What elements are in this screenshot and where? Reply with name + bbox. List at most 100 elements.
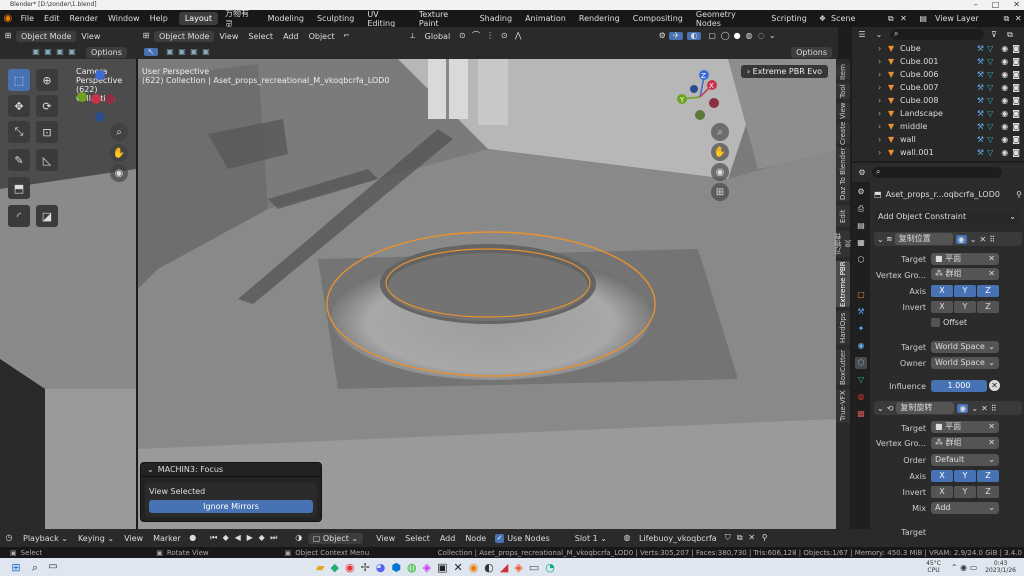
outliner-editor-icon[interactable]: ☰ xyxy=(856,30,868,39)
view-layer-selector[interactable]: View Layer xyxy=(930,14,1001,23)
clock[interactable]: 0:43 2023/1/26 xyxy=(985,560,1016,574)
c2-vgroup-field[interactable]: ⁂ 群组 ✕ xyxy=(931,437,999,449)
select-box-icon[interactable]: ▣ xyxy=(30,48,42,56)
physics-tab-icon[interactable]: ◉ xyxy=(855,340,867,352)
extra-menu-icon[interactable]: ⌐ xyxy=(340,32,354,40)
disable-keep-transform-icon[interactable]: ✕ xyxy=(989,380,1000,391)
select-subtract-icon[interactable]: ▣ xyxy=(54,48,66,56)
outliner-item[interactable]: › ▼ Cube.001 ⚒ ▽ ◉ ◙ xyxy=(852,55,1024,68)
expand-icon[interactable]: › xyxy=(878,44,888,53)
add-cube-tool[interactable]: ⬒ xyxy=(8,177,30,199)
c1-axis-z[interactable]: Z xyxy=(977,285,999,297)
left-viewport[interactable]: Camera Perspective (622) Collection ⬚ ⊕ … xyxy=(0,59,136,529)
blender-taskbar-icon[interactable]: ◉ xyxy=(469,561,479,574)
render-camera-icon[interactable]: ◙ xyxy=(1012,96,1020,105)
shader-node-menu[interactable]: Node xyxy=(460,534,491,543)
shader-editor-icon[interactable]: ◑ xyxy=(290,534,308,542)
n-panel-tab-6[interactable]: 万物有灵 xyxy=(834,231,852,257)
material-tab-icon[interactable]: ◍ xyxy=(855,391,867,403)
select-invert-icon[interactable]: ▣ xyxy=(200,48,212,56)
app-icon-14[interactable]: ◈ xyxy=(514,561,522,574)
c1-owner-space-dropdown[interactable]: World Space ⌄ xyxy=(931,357,999,369)
c2-axis-z[interactable]: Z xyxy=(977,470,999,482)
c2-mix-dropdown[interactable]: Add ⌄ xyxy=(931,502,999,514)
drag-handle-icon[interactable]: ⠿ xyxy=(989,235,995,244)
render-engine-badge[interactable]: › Extreme PBR Evo xyxy=(740,65,828,78)
constraint-1-header[interactable]: ⌄ ⧈ 复制位置 ◉ ⌄ ✕ ⠿ xyxy=(874,232,1022,246)
expand-icon[interactable]: › xyxy=(878,148,888,157)
timeline-editor-icon[interactable]: ◷ xyxy=(0,534,18,542)
play-icon[interactable]: ▶ xyxy=(244,534,256,542)
c1-target-space-dropdown[interactable]: World Space ⌄ xyxy=(931,341,999,353)
eye-icon[interactable]: ◉ xyxy=(1001,96,1008,105)
left-options-button[interactable]: Options xyxy=(86,46,127,58)
fake-user-icon[interactable]: ⛉ xyxy=(722,534,734,542)
rotate-tool[interactable]: ⟳ xyxy=(36,95,58,117)
material-name-field[interactable]: Lifebuoy_vkoqbcrfa xyxy=(634,534,722,543)
c1-invert-z[interactable]: Z xyxy=(977,301,999,313)
expand-icon[interactable]: › xyxy=(878,83,888,92)
add-constraint-dropdown[interactable]: Add Object Constraint ⌄ xyxy=(874,211,1020,224)
render-camera-icon[interactable]: ◙ xyxy=(1012,83,1020,92)
outliner-item[interactable]: › ▼ Landscape ⚒ ▽ ◉ ◙ xyxy=(852,107,1024,120)
output-tab-icon[interactable]: ▤ xyxy=(855,220,867,232)
app-icon-15[interactable]: ▭ xyxy=(529,561,539,574)
eye-icon[interactable]: ◉ xyxy=(1001,148,1008,157)
proportional-edit-icon[interactable]: ⊙ xyxy=(497,32,511,40)
snap-icon[interactable]: ⌒ xyxy=(469,32,483,40)
menu-edit[interactable]: Edit xyxy=(39,14,65,23)
menu-file[interactable]: File xyxy=(16,14,39,23)
copy-layer-icon[interactable]: ⧉ xyxy=(1001,14,1013,23)
app-icon-8[interactable]: ◈ xyxy=(423,561,431,574)
new-collection-icon[interactable]: ⧉ xyxy=(1004,30,1016,39)
transform-orientation-dropdown[interactable]: Global xyxy=(420,32,456,41)
workspace-tab-7[interactable]: Animation xyxy=(519,12,572,25)
expand-icon[interactable]: › xyxy=(878,109,888,118)
main-options-button[interactable]: Options xyxy=(791,46,832,58)
app-icon-9[interactable]: ▣ xyxy=(437,561,447,574)
app-icon-2[interactable]: ◆ xyxy=(330,561,338,574)
n-panel-tab-0[interactable]: Item xyxy=(836,64,850,80)
workspace-tab-9[interactable]: Compositing xyxy=(627,12,689,25)
collapse-icon[interactable]: ⌄ xyxy=(877,235,884,244)
left-axis-gizmo[interactable] xyxy=(74,67,134,127)
pin-icon[interactable]: ⚲ xyxy=(758,534,772,542)
select-subtract-icon[interactable]: ▣ xyxy=(188,48,200,56)
expand-icon[interactable]: › xyxy=(878,96,888,105)
shading-solid-icon[interactable]: ● xyxy=(731,32,743,40)
outliner-item[interactable]: › ▼ wall.001 ⚒ ▽ ◉ ◙ xyxy=(852,146,1024,159)
render-camera-icon[interactable]: ◙ xyxy=(1012,70,1020,79)
properties-search-input[interactable]: ⌕ xyxy=(872,167,1002,178)
wechat-icon[interactable]: ◍ xyxy=(407,561,417,574)
render-camera-icon[interactable]: ◙ xyxy=(1012,122,1020,131)
c1-axis-x[interactable]: X xyxy=(931,285,953,297)
focus-panel-header[interactable]: ⌄ MACHIN3: Focus xyxy=(141,463,321,477)
main-viewport[interactable]: User Perspective (622) Collection | Aset… xyxy=(138,59,836,529)
render-camera-icon[interactable]: ◙ xyxy=(1012,44,1020,53)
pin-icon[interactable]: ⚲ xyxy=(1016,190,1022,199)
constraint-2-visibility-icon[interactable]: ◉ xyxy=(957,403,969,413)
scale-tool[interactable]: ⤡ xyxy=(8,121,30,143)
n-panel-tab-7[interactable]: Extreme PBR xyxy=(836,261,850,307)
editor-type-icon[interactable]: ⊞ xyxy=(138,32,154,40)
chevron-down-icon[interactable]: ⌄ xyxy=(971,404,978,413)
app-icon-12[interactable]: ◐ xyxy=(484,561,494,574)
render-camera-icon[interactable]: ◙ xyxy=(1012,109,1020,118)
move-tool[interactable]: ✥ xyxy=(8,95,30,117)
select-extend-icon[interactable]: ▣ xyxy=(42,48,54,56)
zoom-icon[interactable]: ⌕ xyxy=(110,123,128,141)
outliner-item[interactable]: › ▼ Cube ⚒ ▽ ◉ ◙ xyxy=(852,42,1024,55)
camera-icon[interactable]: ◉ xyxy=(110,164,128,182)
pan-hand-icon[interactable]: ✋ xyxy=(110,144,128,162)
shading-options-icon[interactable]: ⌄ xyxy=(767,32,777,40)
app-icon-13[interactable]: ◢ xyxy=(500,561,508,574)
camera-icon[interactable]: ◉ xyxy=(711,163,729,181)
particles-tab-icon[interactable]: ✦ xyxy=(855,323,867,335)
tray-icons[interactable]: ⌃ ◉ ▭ xyxy=(951,563,977,572)
expand-icon[interactable]: › xyxy=(878,70,888,79)
c1-vgroup-field[interactable]: ⁂ 群组 ✕ xyxy=(931,268,999,280)
n-panel-tab-5[interactable]: Edit xyxy=(836,205,850,227)
shader-select-menu[interactable]: Select xyxy=(400,534,435,543)
eye-icon[interactable]: ◉ xyxy=(1001,70,1008,79)
constraint-2-header[interactable]: ⌄ ⟲ 复制旋转 ◉ ⌄ ✕ ⠿ xyxy=(874,401,1022,415)
